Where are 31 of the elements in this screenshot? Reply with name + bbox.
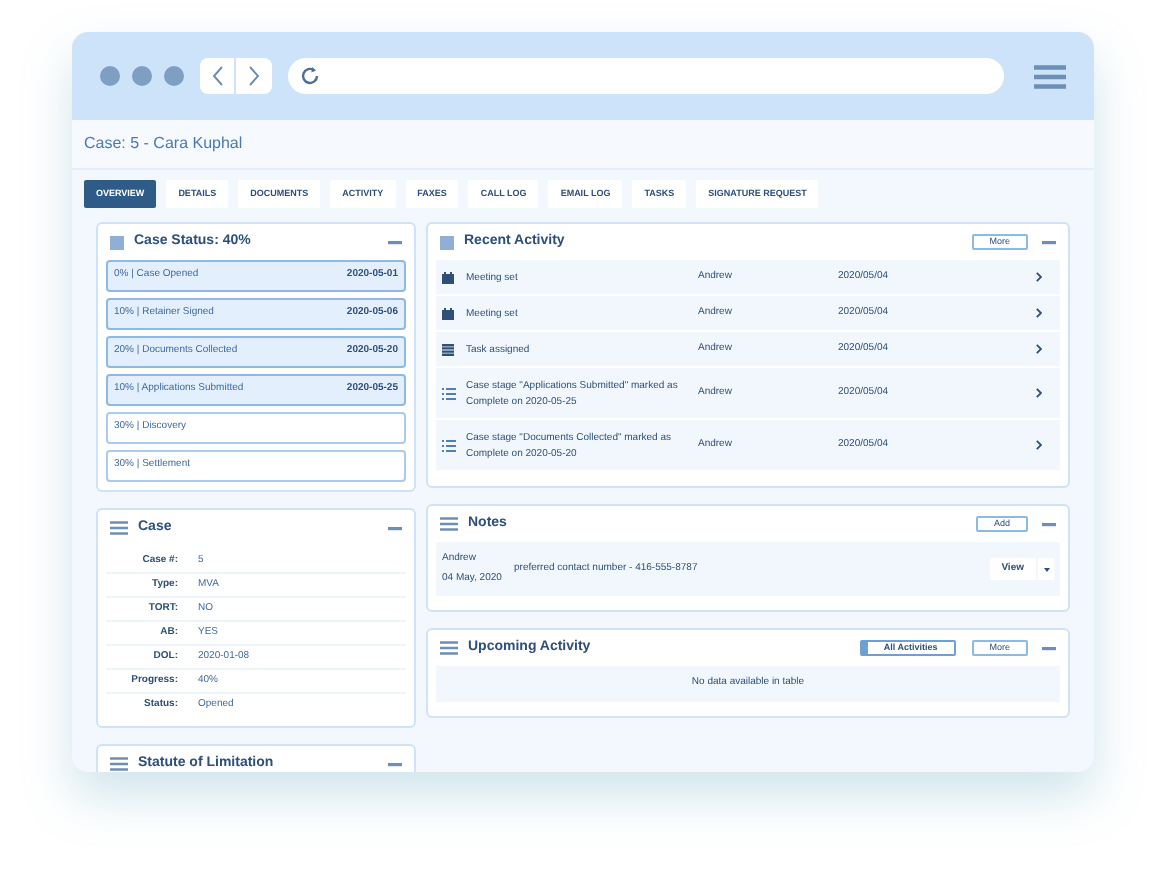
- collapse-icon[interactable]: [1042, 645, 1056, 651]
- square-icon: [110, 235, 124, 249]
- chevron-right-icon[interactable]: [1036, 440, 1042, 450]
- refresh-icon[interactable]: [300, 66, 320, 86]
- chevron-right-icon[interactable]: [1036, 388, 1042, 398]
- caret-icon: [1043, 567, 1049, 571]
- list-icon: [442, 439, 456, 451]
- chevron-right-icon[interactable]: [1036, 272, 1042, 282]
- collapse-icon[interactable]: [1042, 521, 1056, 527]
- list-icon: [442, 387, 456, 399]
- page-title: Case: 5 - Cara Kuphal: [84, 132, 243, 156]
- square-icon: [440, 235, 454, 249]
- back-button[interactable]: [200, 58, 236, 94]
- menu-icon: [110, 520, 128, 536]
- menu-icon: [110, 756, 128, 772]
- table-icon: [442, 343, 454, 355]
- menu-icon: [440, 516, 458, 532]
- collapse-icon[interactable]: [388, 239, 402, 245]
- dropdown-button[interactable]: [1038, 558, 1054, 580]
- menu-icon: [440, 640, 458, 656]
- chevron-right-icon[interactable]: [1036, 308, 1042, 318]
- menu-icon: [1034, 63, 1066, 89]
- calendar-icon: [442, 307, 454, 319]
- calendar-icon: [442, 271, 454, 283]
- collapse-icon[interactable]: [388, 525, 402, 531]
- chevron-right-icon: [248, 66, 260, 86]
- chevron-left-icon: [211, 66, 223, 86]
- chevron-right-icon[interactable]: [1036, 344, 1042, 354]
- collapse-icon[interactable]: [1042, 239, 1056, 245]
- forward-button[interactable]: [236, 58, 272, 94]
- collapse-icon[interactable]: [388, 761, 402, 767]
